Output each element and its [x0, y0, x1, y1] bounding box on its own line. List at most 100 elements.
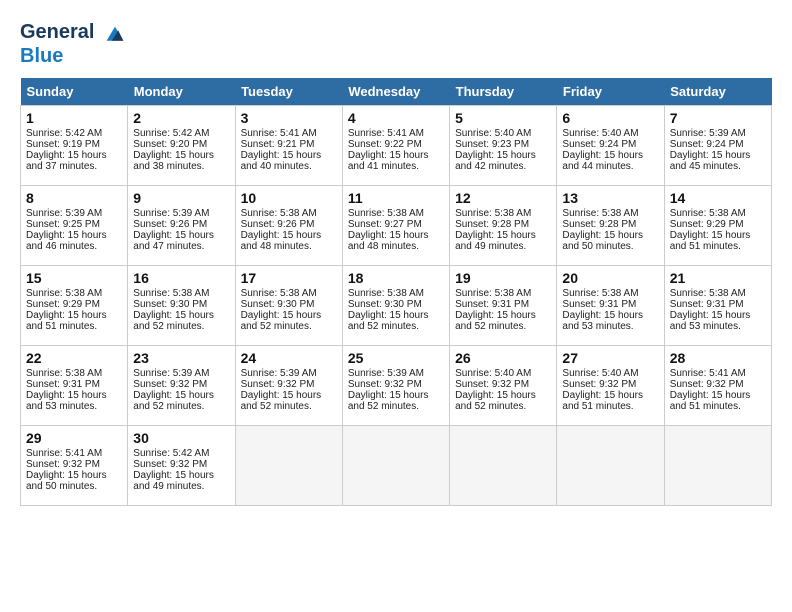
sunset: Sunset: 9:28 PM [455, 219, 529, 230]
day-cell-21: 21 Sunrise: 5:38 AMSunset: 9:31 PMDayligh… [664, 266, 771, 346]
day-cell-1: 1Sunrise: 5:42 AMSunset: 9:19 PMDaylight… [21, 106, 128, 186]
day-number: 14 [670, 190, 766, 206]
sunrise: Sunrise: 5:38 AM [241, 208, 317, 219]
sunrise: Sunrise: 5:41 AM [348, 128, 424, 139]
sunrise: Sunrise: 5:41 AM [26, 448, 102, 459]
day-cell-6: 6Sunrise: 5:40 AMSunset: 9:24 PMDaylight… [557, 106, 664, 186]
daylight: Daylight: 15 hours and 51 minutes. [670, 230, 751, 252]
sunset: Sunset: 9:32 PM [348, 379, 422, 390]
sunrise: Sunrise: 5:39 AM [348, 368, 424, 379]
weekday-header-wednesday: Wednesday [342, 78, 449, 106]
sunset: Sunset: 9:26 PM [241, 219, 315, 230]
sunrise: Sunrise: 5:42 AM [26, 128, 102, 139]
calendar-week-5: 29 Sunrise: 5:41 AM Sunset: 9:32 PM Dayligh… [21, 426, 772, 506]
sunrise: Sunrise: 5:40 AM [562, 368, 638, 379]
day-number: 2 [133, 110, 229, 126]
day-cell-10: 10Sunrise: 5:38 AMSunset: 9:26 PMDayligh… [235, 186, 342, 266]
sunrise: Sunrise: 5:40 AM [562, 128, 638, 139]
sunrise: Sunrise: 5:40 AM [455, 368, 531, 379]
sunset: Sunset: 9:32 PM [670, 379, 744, 390]
weekday-header-saturday: Saturday [664, 78, 771, 106]
daylight: Daylight: 15 hours and 41 minutes. [348, 150, 429, 172]
day-number: 8 [26, 190, 122, 206]
daylight: Daylight: 15 hours and 52 minutes. [241, 390, 322, 412]
day-number: 30 [133, 430, 229, 446]
day-cell-24: 24Sunrise: 5:39 AMSunset: 9:32 PMDayligh… [235, 346, 342, 426]
day-number: 7 [670, 110, 766, 126]
day-cell-26: 26Sunrise: 5:40 AMSunset: 9:32 PMDayligh… [450, 346, 557, 426]
sunrise: Sunrise: 5:38 AM [241, 288, 317, 299]
day-number: 24 [241, 350, 337, 366]
day-number: 20 [562, 270, 658, 286]
daylight: Daylight: 15 hours and 51 minutes. [670, 390, 751, 412]
sunset: Sunset: 9:29 PM [670, 219, 744, 230]
sunrise: Sunrise: 5:39 AM [133, 208, 209, 219]
daylight: Daylight: 15 hours and 52 minutes. [133, 390, 214, 412]
daylight: Daylight: 15 hours and 53 minutes. [562, 310, 643, 332]
day-cell-30: 30Sunrise: 5:42 AMSunset: 9:32 PMDayligh… [128, 426, 235, 506]
sunrise: Sunrise: 5:41 AM [241, 128, 317, 139]
logo-general: General [20, 21, 94, 43]
sunrise: Sunrise: 5:39 AM [133, 368, 209, 379]
sunrise: Sunrise: 5:42 AM [133, 448, 209, 459]
day-number: 4 [348, 110, 444, 126]
calendar-week-1: 1Sunrise: 5:42 AMSunset: 9:19 PMDaylight… [21, 106, 772, 186]
day-number: 11 [348, 190, 444, 206]
day-cell-14: 14 Sunrise: 5:38 AMSunset: 9:29 PMDayligh… [664, 186, 771, 266]
daylight: Daylight: 15 hours and 52 minutes. [241, 310, 322, 332]
sunset: Sunset: 9:32 PM [562, 379, 636, 390]
daylight: Daylight: 15 hours and 52 minutes. [455, 310, 536, 332]
daylight: Daylight: 15 hours and 52 minutes. [133, 310, 214, 332]
day-number: 21 [670, 270, 766, 286]
sunset: Sunset: 9:32 PM [455, 379, 529, 390]
sunrise: Sunrise: 5:39 AM [670, 128, 746, 139]
day-cell-8: 8Sunrise: 5:39 AMSunset: 9:25 PMDaylight… [21, 186, 128, 266]
sunrise: Sunrise: 5:38 AM [562, 288, 638, 299]
sunset: Sunset: 9:32 PM [133, 459, 207, 470]
day-cell-12: 12Sunrise: 5:38 AMSunset: 9:28 PMDayligh… [450, 186, 557, 266]
daylight: Daylight: 15 hours and 51 minutes. [562, 390, 643, 412]
sunrise: Sunrise: 5:38 AM [670, 288, 746, 299]
day-number: 25 [348, 350, 444, 366]
calendar-week-2: 8Sunrise: 5:39 AMSunset: 9:25 PMDaylight… [21, 186, 772, 266]
daylight: Daylight: 15 hours and 42 minutes. [455, 150, 536, 172]
day-number: 12 [455, 190, 551, 206]
daylight: Daylight: 15 hours and 52 minutes. [348, 310, 429, 332]
day-cell-18: 18Sunrise: 5:38 AMSunset: 9:30 PMDayligh… [342, 266, 449, 346]
sunrise: Sunrise: 5:38 AM [562, 208, 638, 219]
daylight: Daylight: 15 hours and 53 minutes. [670, 310, 751, 332]
day-number: 18 [348, 270, 444, 286]
day-number: 6 [562, 110, 658, 126]
daylight: Daylight: 15 hours and 50 minutes. [26, 470, 107, 492]
sunrise: Sunrise: 5:38 AM [348, 288, 424, 299]
sunset: Sunset: 9:21 PM [241, 139, 315, 150]
sunset: Sunset: 9:27 PM [348, 219, 422, 230]
day-number: 29 [26, 430, 122, 446]
sunset: Sunset: 9:31 PM [670, 299, 744, 310]
daylight: Daylight: 15 hours and 44 minutes. [562, 150, 643, 172]
sunset: Sunset: 9:32 PM [241, 379, 315, 390]
calendar-week-3: 15 Sunrise: 5:38 AM Sunset: 9:29 PM Dayligh… [21, 266, 772, 346]
sunrise: Sunrise: 5:38 AM [348, 208, 424, 219]
sunrise: Sunrise: 5:41 AM [670, 368, 746, 379]
day-number: 23 [133, 350, 229, 366]
sunset: Sunset: 9:30 PM [133, 299, 207, 310]
sunrise: Sunrise: 5:38 AM [455, 288, 531, 299]
sunrise: Sunrise: 5:39 AM [26, 208, 102, 219]
empty-cell [235, 426, 342, 506]
sunset: Sunset: 9:29 PM [26, 299, 100, 310]
day-number: 28 [670, 350, 766, 366]
day-cell-23: 23Sunrise: 5:39 AMSunset: 9:32 PMDayligh… [128, 346, 235, 426]
sunset: Sunset: 9:31 PM [562, 299, 636, 310]
day-number: 15 [26, 270, 122, 286]
sunset: Sunset: 9:22 PM [348, 139, 422, 150]
sunrise: Sunrise: 5:38 AM [670, 208, 746, 219]
day-number: 16 [133, 270, 229, 286]
day-number: 19 [455, 270, 551, 286]
day-number: 26 [455, 350, 551, 366]
sunset: Sunset: 9:31 PM [26, 379, 100, 390]
day-number: 10 [241, 190, 337, 206]
day-cell-25: 25Sunrise: 5:39 AMSunset: 9:32 PMDayligh… [342, 346, 449, 426]
sunrise: Sunrise: 5:40 AM [455, 128, 531, 139]
weekday-header-tuesday: Tuesday [235, 78, 342, 106]
